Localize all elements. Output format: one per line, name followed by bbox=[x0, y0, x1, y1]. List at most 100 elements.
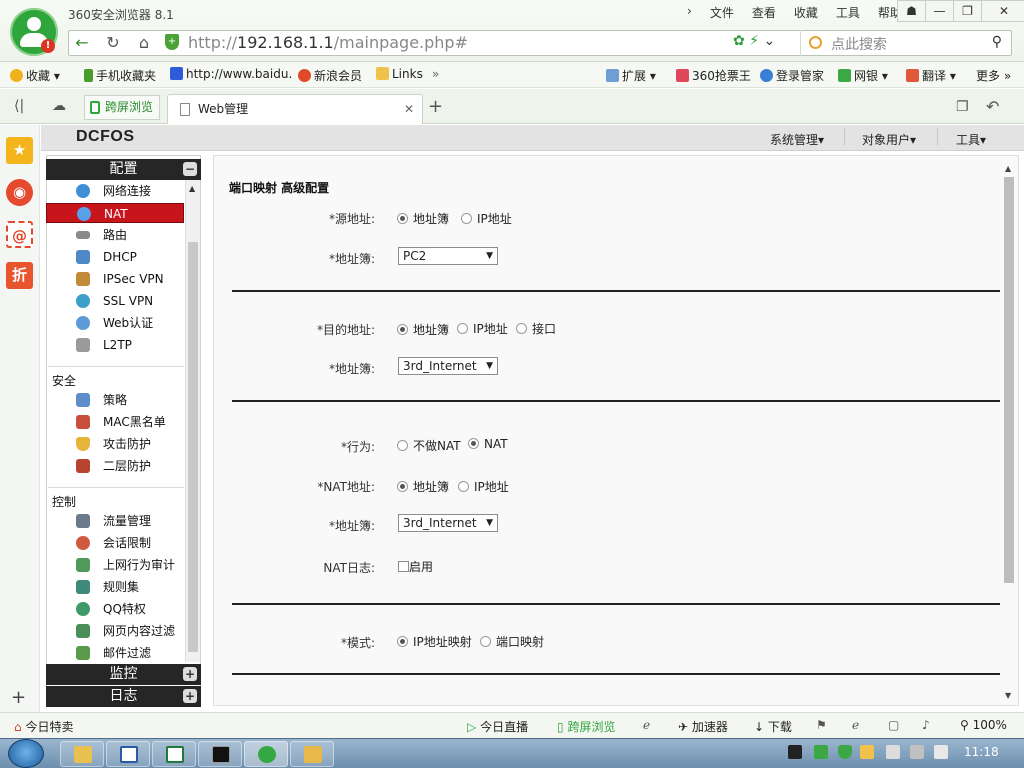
taskbar-cmd[interactable] bbox=[198, 741, 242, 767]
menu-expand-icon[interactable]: › bbox=[678, 4, 701, 21]
mode-radio-ip-mapping[interactable]: IP地址映射 bbox=[397, 633, 472, 650]
compat-mode-icon[interactable]: ✿ bbox=[733, 33, 745, 49]
sidebar-toggle-icon[interactable]: ⟨| bbox=[14, 98, 24, 114]
nat-addrbook-select[interactable]: 3rd_Internet ▼ bbox=[398, 514, 498, 532]
search-engine-icon[interactable] bbox=[809, 36, 822, 49]
taskbar-word[interactable] bbox=[106, 741, 150, 767]
favorites-star-icon[interactable]: ★ bbox=[6, 137, 33, 164]
mail-icon[interactable]: @ bbox=[6, 221, 33, 248]
content-scrollbar[interactable]: ▲ ▼ bbox=[1003, 164, 1015, 702]
collapse-icon[interactable]: − bbox=[183, 162, 197, 176]
weibo-icon[interactable]: ◉ bbox=[6, 179, 33, 206]
nav-item-traffic[interactable]: 流量管理 bbox=[46, 511, 184, 531]
menu-favorites[interactable]: 收藏 bbox=[785, 4, 827, 21]
fav-collect[interactable]: 收藏 ▾ bbox=[10, 67, 60, 84]
nav-item-attack-defense[interactable]: 攻击防护 bbox=[46, 434, 184, 454]
scroll-up-icon[interactable]: ▲ bbox=[189, 184, 195, 193]
menu-system-management[interactable]: 系统管理▾ bbox=[770, 131, 824, 148]
undo-close-icon[interactable]: ↶ bbox=[986, 97, 999, 116]
security-shield-icon[interactable]: + bbox=[165, 34, 179, 50]
dst-addrbook-select[interactable]: 3rd_Internet ▼ bbox=[398, 357, 498, 375]
expand-icon[interactable]: + bbox=[183, 667, 197, 681]
add-sidebar-item-icon[interactable]: + bbox=[11, 687, 26, 708]
nav-item-dhcp[interactable]: DHCP bbox=[46, 247, 184, 267]
status-zoom[interactable]: ⚲ 100% bbox=[960, 718, 1007, 732]
tray-360-icon[interactable] bbox=[814, 745, 828, 759]
expand-icon[interactable]: + bbox=[183, 689, 197, 703]
src-addr-radio-ip[interactable]: IP地址 bbox=[461, 210, 512, 227]
start-button[interactable] bbox=[8, 739, 44, 768]
taskbar-explorer[interactable] bbox=[60, 741, 104, 767]
minimize-button[interactable]: — bbox=[925, 0, 954, 22]
tab-split-view[interactable]: 跨屏浏览 bbox=[84, 95, 160, 120]
src-addr-radio-addrbook[interactable]: 地址簿 bbox=[397, 210, 449, 227]
close-tab-icon[interactable]: ✕ bbox=[404, 95, 414, 123]
fav-sina[interactable]: 新浪会员 bbox=[298, 67, 362, 84]
mode-radio-port-mapping[interactable]: 端口映射 bbox=[480, 633, 544, 650]
nav-item-session-limit[interactable]: 会话限制 bbox=[46, 533, 184, 553]
menu-view[interactable]: 查看 bbox=[743, 4, 785, 21]
nav-item-mac-blacklist[interactable]: MAC黑名单 bbox=[46, 412, 184, 432]
maximize-button[interactable]: ❐ bbox=[953, 0, 982, 22]
user-avatar-icon[interactable]: ! bbox=[10, 8, 58, 56]
new-tab-button[interactable]: + bbox=[428, 96, 443, 117]
status-today-sale[interactable]: ⌂ 今日特卖 bbox=[14, 718, 73, 735]
refresh-icon[interactable]: ↻ bbox=[103, 34, 123, 52]
nav-item-network[interactable]: 网络连接 bbox=[46, 181, 184, 201]
fav-links[interactable]: Links bbox=[376, 67, 423, 81]
search-input[interactable]: 点此搜索 bbox=[831, 34, 887, 54]
menu-file[interactable]: 文件 bbox=[701, 4, 743, 21]
taskbar-excel[interactable] bbox=[152, 741, 196, 767]
nav-item-qq-privilege[interactable]: QQ特权 bbox=[46, 599, 184, 619]
restore-tabs-icon[interactable]: ❐ bbox=[956, 99, 969, 115]
scrollbar-thumb[interactable] bbox=[1004, 177, 1014, 583]
taskbar-clock[interactable]: 11:18 bbox=[964, 745, 999, 759]
action-radio-no-nat[interactable]: 不做NAT bbox=[397, 437, 461, 454]
status-flag-icon[interactable]: ⚑ bbox=[816, 718, 827, 732]
url-text[interactable]: http://192.168.1.1/mainpage.php# bbox=[188, 33, 468, 52]
nav-item-mail-filter[interactable]: 邮件过滤 bbox=[46, 643, 184, 663]
nav-item-nat[interactable]: NAT bbox=[46, 203, 184, 223]
nav-item-ruleset[interactable]: 规则集 bbox=[46, 577, 184, 597]
home-icon[interactable]: ⌂ bbox=[134, 34, 154, 52]
status-split-view[interactable]: ▯ 跨屏浏览 bbox=[557, 718, 615, 735]
nav-item-ipsec[interactable]: IPSec VPN bbox=[46, 269, 184, 289]
nav-item-l2tp[interactable]: L2TP bbox=[46, 335, 184, 355]
tray-security-icon[interactable] bbox=[860, 745, 874, 759]
ext-ticket[interactable]: 360抢票王 bbox=[676, 67, 751, 84]
nav-header-monitor[interactable]: 监控 + bbox=[46, 664, 201, 685]
dst-addr-radio-ip[interactable]: IP地址 bbox=[457, 320, 508, 337]
nat-addr-radio-addrbook[interactable]: 地址簿 bbox=[397, 478, 449, 495]
search-box[interactable]: 点此搜索 ⚲ bbox=[800, 30, 1012, 56]
fav-mobile[interactable]: 手机收藏夹 bbox=[84, 67, 156, 84]
status-live[interactable]: ▷ 今日直播 bbox=[467, 718, 528, 735]
nav-item-l2-defense[interactable]: 二层防护 bbox=[46, 456, 184, 476]
ext-more[interactable]: 更多 » bbox=[976, 67, 1011, 84]
nav-scrollbar[interactable]: ▲ bbox=[185, 180, 200, 662]
cloud-icon[interactable]: ☁ bbox=[52, 98, 66, 114]
status-window-icon[interactable]: ▢ bbox=[888, 718, 899, 732]
nat-log-checkbox[interactable]: 启用 bbox=[398, 558, 433, 575]
ext-translate[interactable]: 翻译 ▾ bbox=[906, 67, 956, 84]
src-addrbook-select[interactable]: PC2 ▼ bbox=[398, 247, 498, 265]
search-icon[interactable]: ⚲ bbox=[992, 34, 1002, 50]
menu-object-user[interactable]: 对象用户▾ bbox=[862, 131, 916, 148]
nav-header-config[interactable]: 配置 − bbox=[46, 159, 201, 180]
address-dropdown-icon[interactable]: ⌄ bbox=[763, 33, 775, 49]
nav-item-route[interactable]: 路由 bbox=[46, 225, 184, 245]
tray-flag-icon[interactable] bbox=[886, 745, 900, 759]
close-button[interactable]: ✕ bbox=[981, 0, 1024, 22]
dst-addr-radio-addrbook[interactable]: 地址簿 bbox=[397, 321, 449, 338]
nav-item-audit[interactable]: 上网行为审计 bbox=[46, 555, 184, 575]
nat-addr-radio-ip[interactable]: IP地址 bbox=[458, 478, 509, 495]
tray-network-icon[interactable] bbox=[910, 745, 924, 759]
status-ie-icon[interactable]: ℯ bbox=[643, 718, 650, 732]
ext-login-manager[interactable]: 登录管家 bbox=[760, 67, 824, 84]
menu-tools[interactable]: 工具 bbox=[827, 4, 869, 21]
tray-shield-icon[interactable] bbox=[838, 745, 852, 759]
status-accelerator[interactable]: ✈ 加速器 bbox=[678, 718, 728, 735]
nav-item-sslvpn[interactable]: SSL VPN bbox=[46, 291, 184, 311]
taskbar-360browser[interactable] bbox=[244, 741, 288, 767]
ext-bank[interactable]: 网银 ▾ bbox=[838, 67, 888, 84]
nav-item-policy[interactable]: 策略 bbox=[46, 390, 184, 410]
